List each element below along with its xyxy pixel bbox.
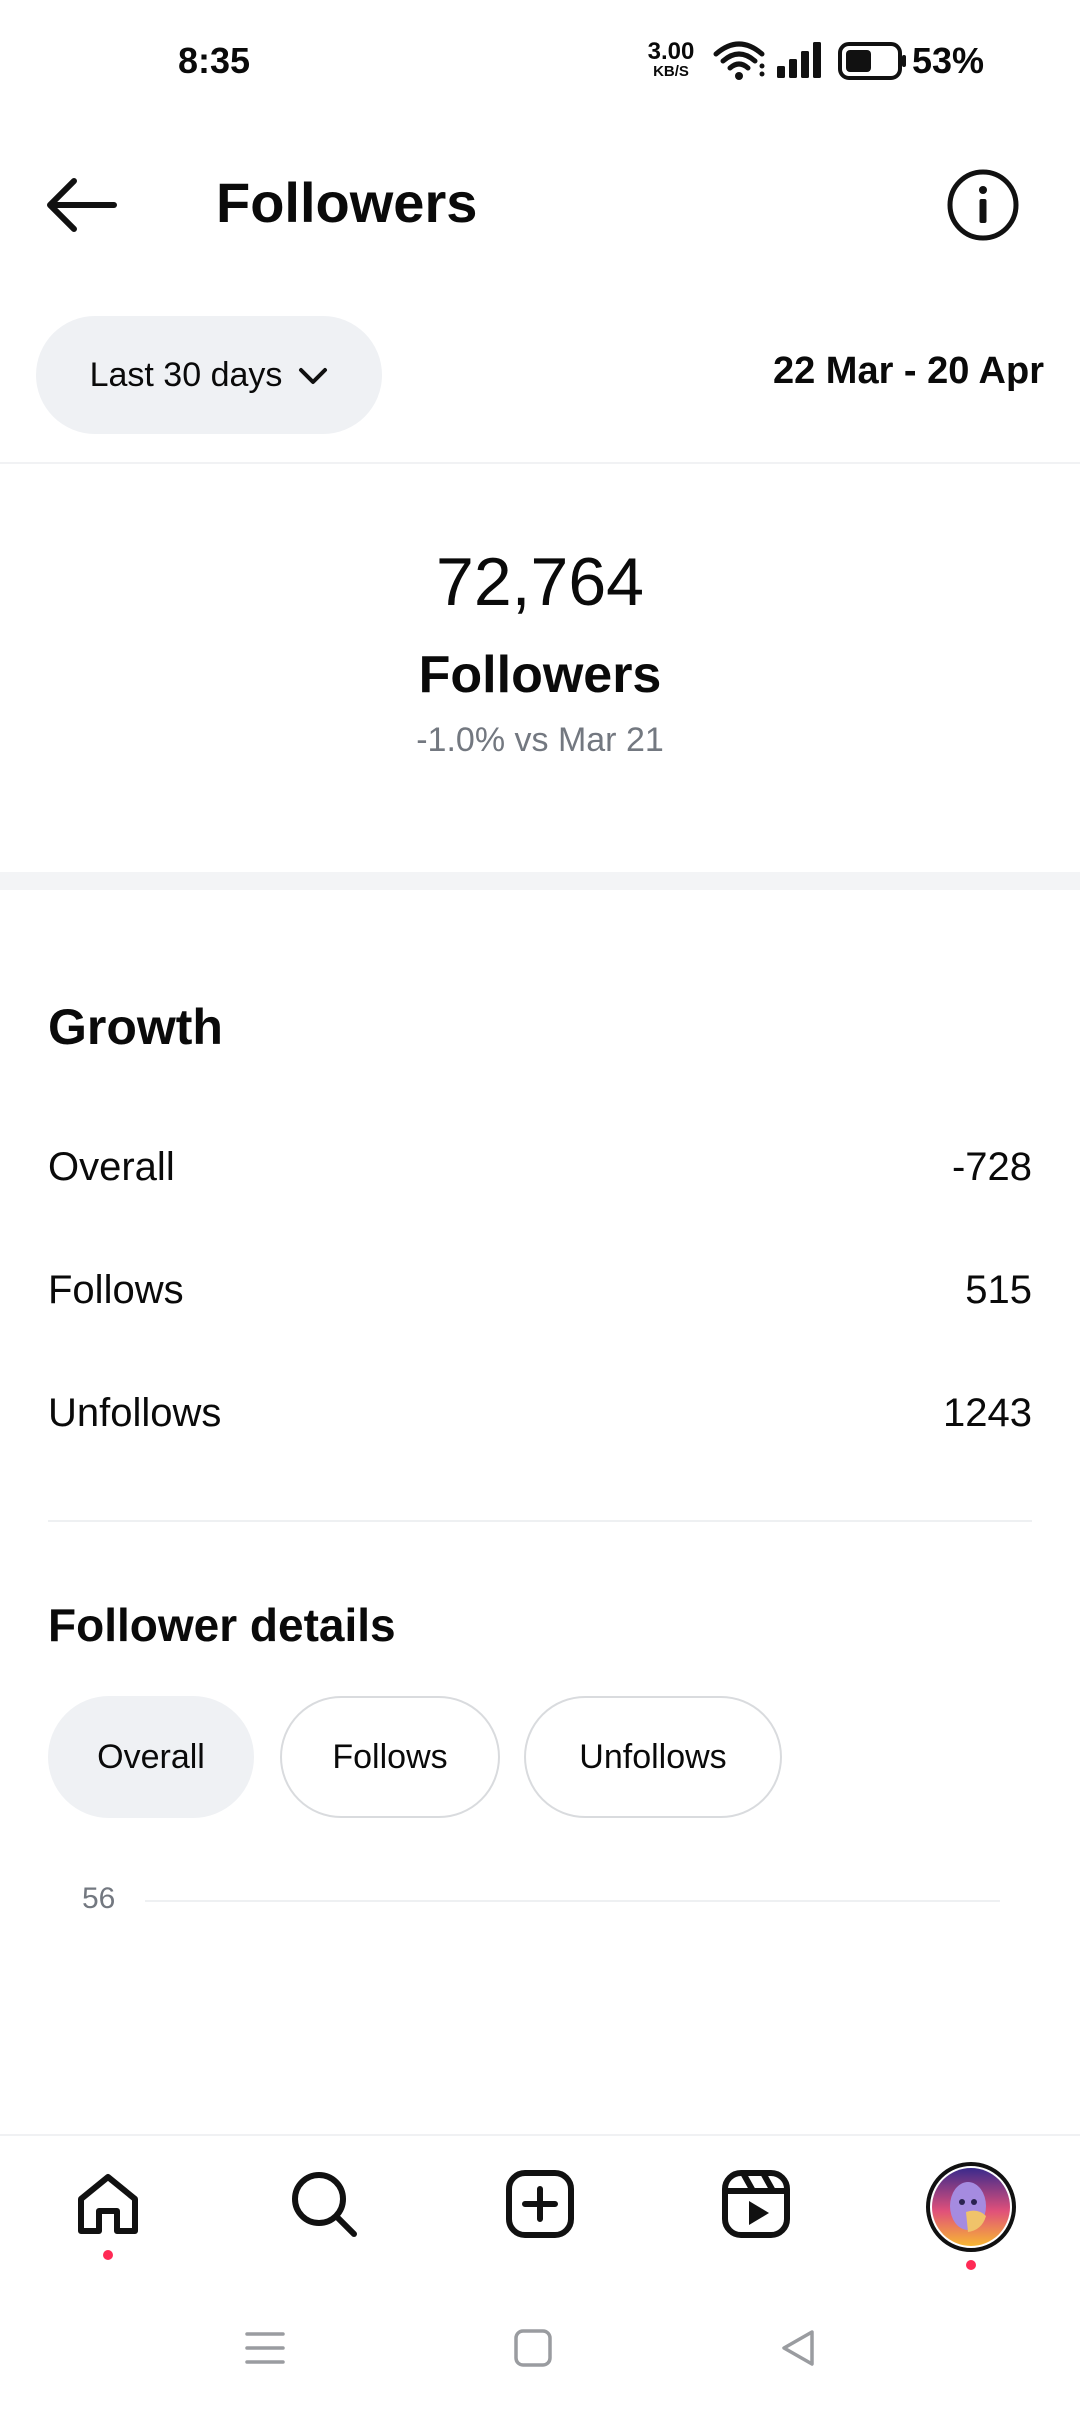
home-square-icon — [513, 2328, 553, 2373]
growth-row-overall: Overall -728 — [48, 1142, 1032, 1192]
back-triangle-icon — [778, 2328, 818, 2373]
network-speed-value: 3.00 — [647, 38, 695, 65]
avatar-image — [932, 2168, 1010, 2246]
chevron-down-icon — [298, 356, 328, 395]
section-divider — [0, 872, 1080, 890]
arrow-left-icon — [40, 178, 120, 244]
divider — [0, 462, 1080, 464]
status-bar: 8:35 3.00 KB/S 53% — [0, 0, 1080, 120]
growth-row-label: Unfollows — [48, 1391, 222, 1435]
chip-follows[interactable]: Follows — [280, 1696, 500, 1818]
follower-details-heading: Follower details — [48, 1599, 396, 1651]
total-followers-label: Followers — [418, 646, 662, 704]
recent-apps-button[interactable] — [235, 2320, 295, 2380]
notification-dot — [103, 2250, 113, 2260]
network-speed-unit: KB/S — [653, 63, 689, 80]
chart-y-tick-label: 56 — [82, 1882, 116, 1915]
bottom-nav — [0, 2134, 1080, 2284]
nav-create[interactable] — [500, 2166, 580, 2246]
growth-row-value: -728 — [951, 1145, 1032, 1189]
growth-row-value: 515 — [965, 1268, 1032, 1312]
status-time: 8:35 — [178, 40, 251, 81]
growth-row-label: Follows — [48, 1268, 184, 1312]
growth-row-label: Overall — [48, 1145, 175, 1189]
system-home-button[interactable] — [503, 2320, 563, 2380]
home-icon — [73, 2169, 143, 2244]
nav-home[interactable] — [68, 2166, 148, 2260]
growth-row-value: 1243 — [943, 1391, 1032, 1435]
system-nav-bar — [0, 2290, 1080, 2412]
system-back-button[interactable] — [768, 2320, 828, 2380]
nav-reels[interactable] — [716, 2166, 796, 2246]
growth-row-follows: Follows 515 — [48, 1265, 1032, 1315]
profile-notification-dot — [966, 2260, 976, 2270]
reels-icon — [721, 2169, 791, 2244]
followers-change-text: -1.0% vs Mar 21 — [416, 721, 664, 759]
page-title: Followers — [216, 171, 478, 234]
follower-details-chart — [0, 1860, 1080, 2120]
menu-icon — [244, 2328, 286, 2373]
battery-percent: 53% — [912, 40, 985, 81]
date-range-selector[interactable]: Last 30 days — [36, 316, 382, 434]
info-icon — [946, 169, 1020, 246]
growth-row-unfollows: Unfollows 1243 — [48, 1388, 1032, 1438]
growth-heading: Growth — [48, 999, 223, 1055]
network-speed: 3.00 KB/S — [640, 38, 702, 80]
date-range-text: 22 Mar - 20 Apr — [772, 350, 1044, 392]
signal-icon — [775, 40, 825, 85]
chip-overall[interactable]: Overall — [48, 1696, 254, 1818]
wifi-icon — [712, 40, 766, 87]
range-selector-label: Last 30 days — [89, 355, 283, 394]
chart-gridline — [145, 1900, 1000, 1902]
create-icon — [505, 2169, 575, 2244]
battery-icon — [838, 42, 908, 85]
divider — [48, 1520, 1032, 1522]
back-button[interactable] — [40, 170, 130, 240]
profile-avatar[interactable] — [926, 2162, 1016, 2252]
total-followers-count: 72,764 — [436, 544, 644, 620]
nav-search[interactable] — [284, 2166, 364, 2246]
search-icon — [288, 2168, 360, 2245]
chip-unfollows[interactable]: Unfollows — [524, 1696, 782, 1818]
insights-followers-screen: 8:35 3.00 KB/S 53% Followers Last 30 day… — [0, 0, 1080, 2412]
info-button[interactable] — [946, 168, 1020, 242]
